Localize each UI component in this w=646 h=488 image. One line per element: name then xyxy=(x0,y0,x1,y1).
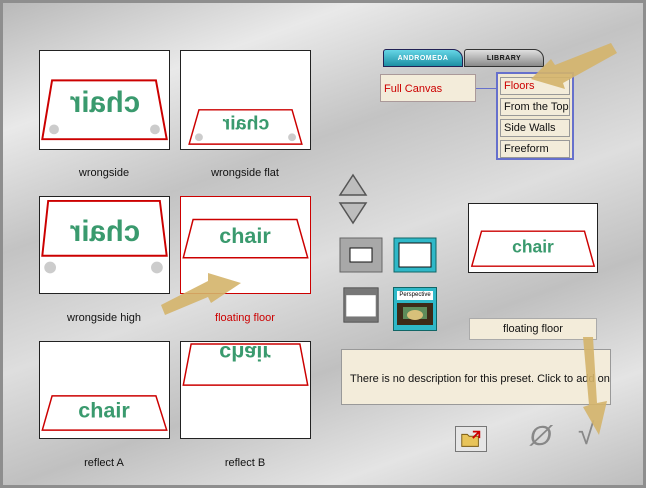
menu-item-from-the-top[interactable]: From the Top xyxy=(500,98,570,116)
triangle-up-icon[interactable] xyxy=(338,173,368,197)
cancel-circle-slash-icon[interactable]: Ø xyxy=(530,420,552,452)
preset-thumb-floating-floor[interactable]: chair xyxy=(180,196,311,294)
svg-text:chair: chair xyxy=(222,112,269,134)
preset-caption: floating floor xyxy=(215,312,275,324)
perspective-label: Perspective xyxy=(397,291,433,300)
category-full-canvas[interactable]: Full Canvas xyxy=(380,74,476,102)
preset-thumb-wrongside[interactable]: chair xyxy=(39,50,170,150)
menu-item-floors[interactable]: Floors xyxy=(500,77,570,95)
folder-open-icon xyxy=(461,430,481,447)
checkmark-icon[interactable]: √ xyxy=(578,418,594,452)
svg-text:chair: chair xyxy=(219,223,271,248)
preset-caption: wrongside xyxy=(78,167,130,179)
white-canvas-button[interactable] xyxy=(339,287,383,323)
preview-image: chair xyxy=(468,203,598,273)
small-frame-button[interactable] xyxy=(339,237,383,273)
landscape-image-icon xyxy=(397,303,433,325)
preset-thumb-wrongside-high[interactable]: chair xyxy=(39,196,170,294)
preset-caption: wrongside flat xyxy=(211,167,279,179)
svg-text:chair: chair xyxy=(78,397,130,422)
preset-thumb-image: chair xyxy=(182,218,309,259)
description-field[interactable]: There is no description for this preset.… xyxy=(341,349,611,405)
tab-library[interactable]: LIBRARY xyxy=(464,49,544,67)
preset-thumb-image: chair xyxy=(41,199,168,274)
svg-text:chair: chair xyxy=(70,86,140,119)
menu-connector-line xyxy=(476,88,497,89)
preset-thumb-image: chair xyxy=(41,79,168,141)
preset-thumb-image: chair xyxy=(41,395,168,431)
menu-item-side-walls[interactable]: Side Walls xyxy=(500,119,570,137)
triangle-down-icon[interactable] xyxy=(338,201,368,225)
preset-thumb-wrongside-flat[interactable]: chair xyxy=(180,50,311,150)
preset-thumb-reflect-a[interactable]: chair xyxy=(39,341,170,439)
tab-andromeda[interactable]: ANDROMEDA xyxy=(383,49,463,67)
preset-thumb-image: chair xyxy=(182,342,309,386)
preset-caption: reflect B xyxy=(224,457,266,469)
preset-name-field[interactable]: floating floor xyxy=(469,318,597,340)
subcategory-menu: Floors From the Top Side Walls Freeform xyxy=(496,72,574,160)
svg-text:chair: chair xyxy=(219,342,271,366)
dialog-window: chair wrongside chair wrongside flat cha… xyxy=(0,0,646,488)
preview-drawing: chair xyxy=(470,230,596,267)
preset-thumb-reflect-b[interactable]: chair xyxy=(180,341,311,439)
preset-thumb-image: chair xyxy=(188,109,303,145)
perspective-button[interactable]: Perspective xyxy=(393,287,437,331)
preset-caption: reflect A xyxy=(84,457,124,469)
open-folder-button[interactable] xyxy=(455,426,487,452)
large-frame-button[interactable] xyxy=(393,237,437,273)
preset-caption: wrongside high xyxy=(67,312,141,324)
svg-text:chair: chair xyxy=(70,215,140,248)
svg-text:chair: chair xyxy=(512,237,554,257)
menu-item-freeform[interactable]: Freeform xyxy=(500,140,570,158)
